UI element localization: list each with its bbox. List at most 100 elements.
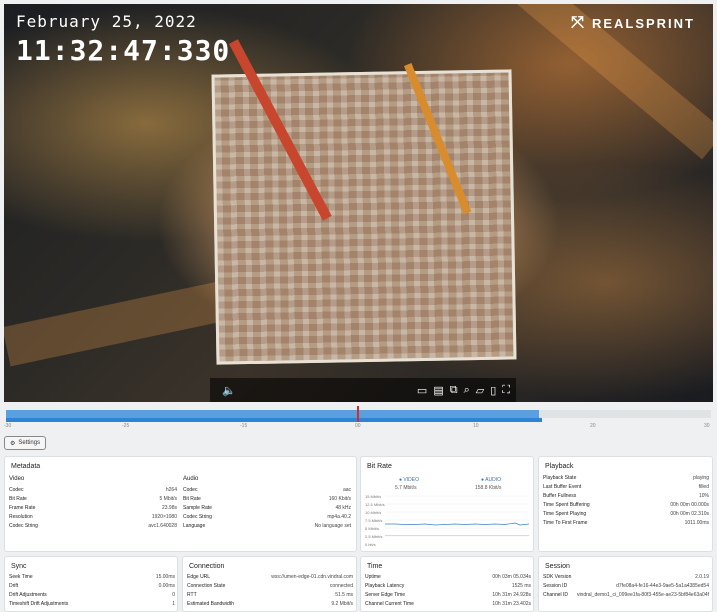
bitrate-chart bbox=[385, 495, 529, 537]
stat-row: Sample Rate 48 kHz bbox=[183, 505, 351, 511]
stat-key: Connection State bbox=[187, 583, 226, 589]
audio-bitrate-value: 158.8 Kbit/s bbox=[475, 485, 502, 491]
stat-row: Time Spent Buffering 00h 00m 00.000s bbox=[543, 502, 709, 508]
stat-row: Edge URL wss://umen-edge-01.cdn.vindral.c… bbox=[187, 574, 353, 580]
stat-key: Drift Adjustments bbox=[9, 592, 47, 598]
panel-title: Session bbox=[545, 563, 570, 570]
gear-icon: ⚙ bbox=[10, 440, 16, 447]
stat-row: Uptime 00h 03m 05.034s bbox=[365, 574, 531, 580]
stat-key: Server Edge Time bbox=[365, 592, 406, 598]
stat-row: SDK Version 2.0.19 bbox=[543, 574, 709, 580]
panel-title: Bit Rate bbox=[367, 463, 392, 470]
y-tick-label: 12.5 Mbit/s bbox=[365, 502, 385, 507]
legend-video: ● VIDEO bbox=[399, 477, 419, 483]
timeline[interactable]: -30 -25 -15 00 10 20 30 bbox=[4, 406, 713, 434]
video-column-head: Video bbox=[9, 476, 25, 482]
timeline-playhead[interactable] bbox=[357, 406, 359, 422]
stat-key: Codec bbox=[183, 487, 198, 493]
stat-value: 00h 03m 05.034s bbox=[492, 574, 531, 580]
stat-key: Codec bbox=[9, 487, 24, 493]
brand-logo: ⤧ REALSPRINT bbox=[571, 14, 695, 32]
y-tick-label: 2.5 Mbit/s bbox=[365, 534, 383, 539]
stat-value: filled bbox=[698, 484, 709, 490]
stat-value: wss://umen-edge-01.cdn.vindral.com bbox=[271, 574, 353, 580]
timeline-buffer bbox=[6, 410, 539, 418]
stat-row: Codec h264 bbox=[9, 487, 177, 493]
panel-title: Connection bbox=[189, 563, 225, 570]
stat-row: Channel ID vindral_demo1_ci_099ee1fa-80f3… bbox=[543, 592, 709, 598]
stat-value: 1011.00ms bbox=[684, 520, 709, 526]
brand-mark-icon: ⤧ bbox=[571, 14, 586, 31]
stat-value: No language set bbox=[314, 523, 351, 529]
connection-panel: Connection Edge URL wss://umen-edge-01.cd… bbox=[182, 556, 357, 612]
video-player[interactable]: February 25, 2022 11:32:47:330 ⤧ REALSPR… bbox=[4, 4, 713, 402]
panel-title: Metadata bbox=[11, 463, 41, 470]
video-bitrate-line bbox=[385, 522, 529, 526]
stat-row: Codec aac bbox=[183, 487, 351, 493]
y-tick-label: 5 Mbit/s bbox=[365, 526, 380, 531]
stat-row: Drift 0.00ms bbox=[9, 583, 175, 589]
stat-key: Bit Rate bbox=[183, 496, 201, 502]
quality-icon[interactable]: ▤ bbox=[433, 384, 443, 397]
stat-value: 0.00ms bbox=[158, 583, 175, 589]
stat-value: 00h 00m 00.000s bbox=[670, 502, 709, 508]
time-panel: Time Uptime 00h 03m 05.034s Playback Laten… bbox=[360, 556, 534, 612]
stat-value: vindral_demo1_ci_099ee1fa-80f3-455e-ae23… bbox=[576, 592, 709, 598]
stat-key: Uptime bbox=[365, 574, 381, 580]
cast-icon[interactable]: ▱ bbox=[476, 384, 484, 397]
stat-row: Session ID d7fe08a4-fe16-44e3-9ae5-5a1a43… bbox=[543, 583, 709, 589]
playback-panel: Playback Playback State playing Last Buffe… bbox=[538, 456, 713, 552]
stat-key: Playback State bbox=[543, 475, 577, 481]
stat-value: 2.0.19 bbox=[695, 574, 709, 580]
bitrate-panel: Bit Rate ● VIDEO ● AUDIO 5.7 Mbit/s 158.… bbox=[360, 456, 534, 552]
legend-audio: ● AUDIO bbox=[481, 477, 501, 483]
brand-name: REALSPRINT bbox=[591, 15, 695, 31]
volume-icon[interactable]: 🔈 bbox=[222, 384, 236, 397]
panel-title: Playback bbox=[545, 463, 574, 470]
stat-key: Time Spent Playing bbox=[543, 511, 587, 517]
sync-panel: Sync Seek Time 15.00ms Drift 0.00ms Drift Ad… bbox=[4, 556, 178, 612]
stat-row: Estimated Bandwidth 9.2 Mbit/s bbox=[187, 601, 353, 607]
stat-key: Estimated Bandwidth bbox=[187, 601, 234, 607]
stat-row: Playback State playing bbox=[543, 475, 709, 481]
stat-value: avc1.640028 bbox=[148, 523, 177, 529]
zoom-icon[interactable]: ⌕ bbox=[464, 384, 470, 397]
street-light bbox=[4, 281, 226, 367]
stat-row: Bit Rate 160 Kbit/s bbox=[183, 496, 351, 502]
stat-row: Codec String avc1.640028 bbox=[9, 523, 177, 529]
legend-video-label: VIDEO bbox=[403, 477, 419, 483]
stat-row: Seek Time 15.00ms bbox=[9, 574, 175, 580]
stat-row: Channel Current Time 10h 31m 23.402s bbox=[365, 601, 531, 607]
panel-title: Time bbox=[367, 563, 383, 570]
y-tick-label: 0 bit/s bbox=[365, 542, 376, 547]
stat-row: Server Edge Time 10h 31m 24.928s bbox=[365, 592, 531, 598]
stat-row: Frame Rate 23.98s bbox=[9, 505, 177, 511]
metadata-panel: Metadata Video Audio Codec h264 Bit Rate 5 … bbox=[4, 456, 357, 552]
stat-row: Resolution 1920×1080 bbox=[9, 514, 177, 520]
stat-value: 48 kHz bbox=[335, 505, 351, 511]
stat-row: Time To First Frame 1011.00ms bbox=[543, 520, 709, 526]
stat-value: 15.00ms bbox=[155, 574, 175, 580]
stat-row: Buffer Fullness 10% bbox=[543, 493, 709, 499]
captions-icon[interactable]: ▭ bbox=[417, 384, 427, 397]
stat-key: RTT bbox=[187, 592, 197, 598]
stat-value: playing bbox=[693, 475, 709, 481]
tick-label: 20 bbox=[590, 423, 596, 429]
settings-button[interactable]: ⚙ Settings bbox=[4, 436, 47, 450]
airplay-icon[interactable]: ▯ bbox=[490, 384, 496, 397]
tick-label: -25 bbox=[122, 423, 130, 429]
stat-value: 10% bbox=[698, 493, 709, 499]
stat-key: Channel ID bbox=[543, 592, 569, 598]
panel-title: Sync bbox=[11, 563, 27, 570]
construction-site bbox=[211, 69, 517, 365]
tick-label: 00 bbox=[355, 423, 361, 429]
stat-key: Edge URL bbox=[187, 574, 211, 580]
pip-icon[interactable]: ⧉ bbox=[450, 384, 458, 397]
fullscreen-icon[interactable]: ⛶ bbox=[502, 384, 510, 397]
stat-value: 1920×1080 bbox=[151, 514, 177, 520]
settings-label: Settings bbox=[18, 440, 41, 446]
y-tick-label: 7.5 Mbit/s bbox=[365, 518, 383, 523]
stat-key: Codec String bbox=[183, 514, 212, 520]
stat-row: Connection State connected bbox=[187, 583, 353, 589]
stat-key: Seek Time bbox=[9, 574, 33, 580]
